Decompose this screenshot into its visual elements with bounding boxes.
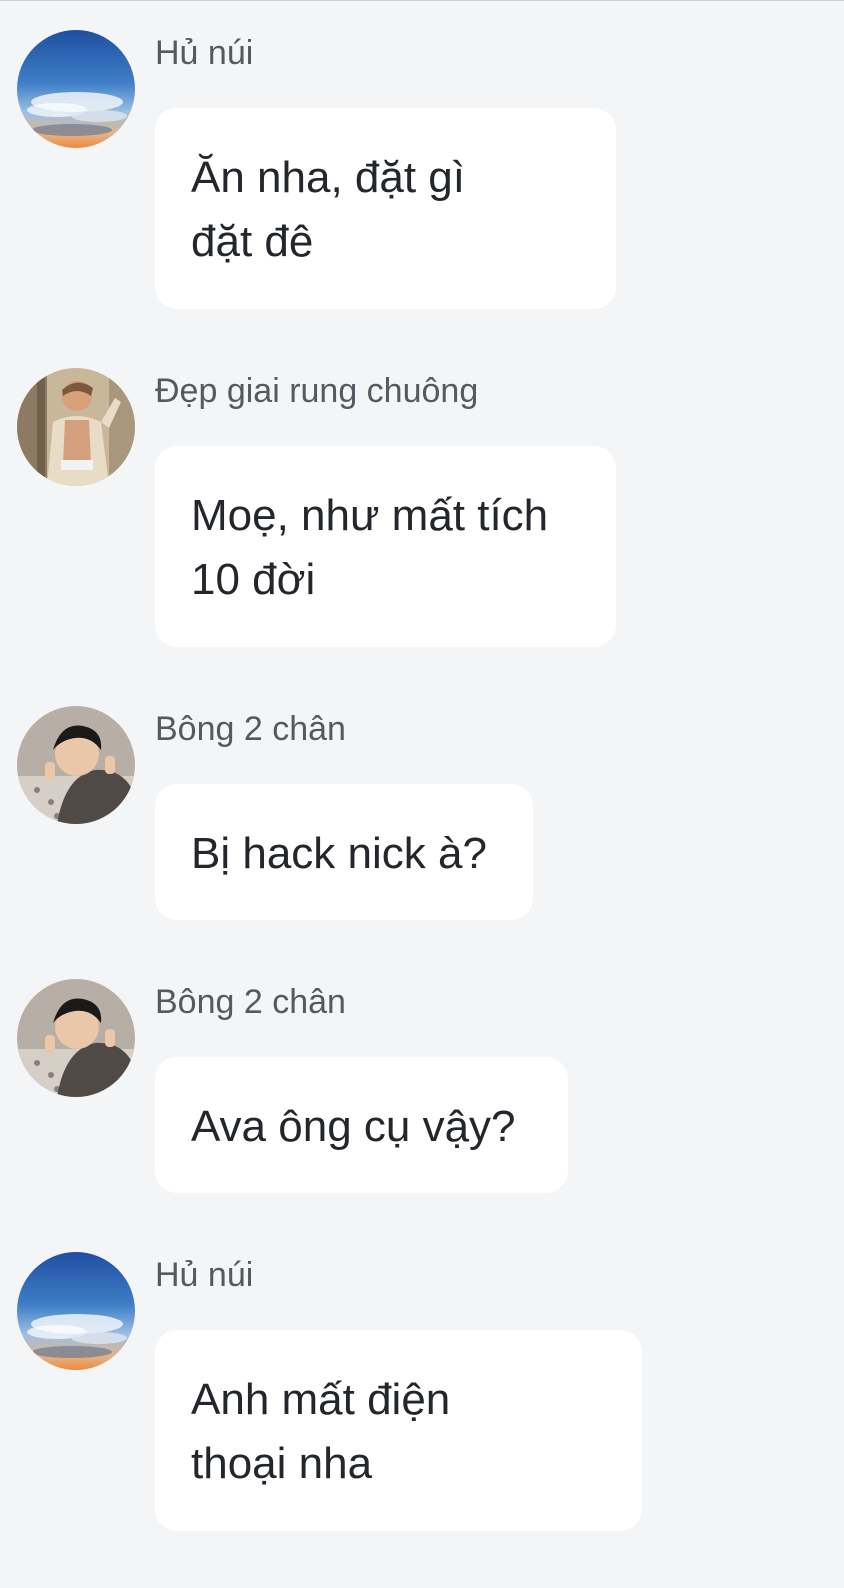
sender-name: Bông 2 chân — [155, 710, 346, 748]
boy-selfie-avatar-icon[interactable] — [17, 706, 135, 824]
sender-name: Bông 2 chân — [155, 983, 346, 1021]
sky-avatar-icon[interactable] — [17, 1252, 135, 1370]
top-divider — [0, 0, 844, 1]
message-bubble[interactable]: Bị hack nick à? — [155, 784, 533, 920]
message-bubble[interactable]: Anh mất điện thoại nha — [155, 1330, 642, 1531]
sender-name: Hủ núi — [155, 34, 254, 72]
sky-avatar-icon[interactable] — [17, 30, 135, 148]
message-bubble[interactable]: Moẹ, như mất tích 10 đời — [155, 446, 616, 647]
sender-name: Hủ núi — [155, 1256, 254, 1294]
message-bubble[interactable]: Ăn nha, đặt gì đặt đê — [155, 108, 616, 309]
message-bubble[interactable]: Ava ông cụ vậy? — [155, 1057, 568, 1193]
man-portrait-avatar-icon[interactable] — [17, 368, 135, 486]
boy-selfie-avatar-icon[interactable] — [17, 979, 135, 1097]
sender-name: Đẹp giai rung chuông — [155, 372, 479, 410]
